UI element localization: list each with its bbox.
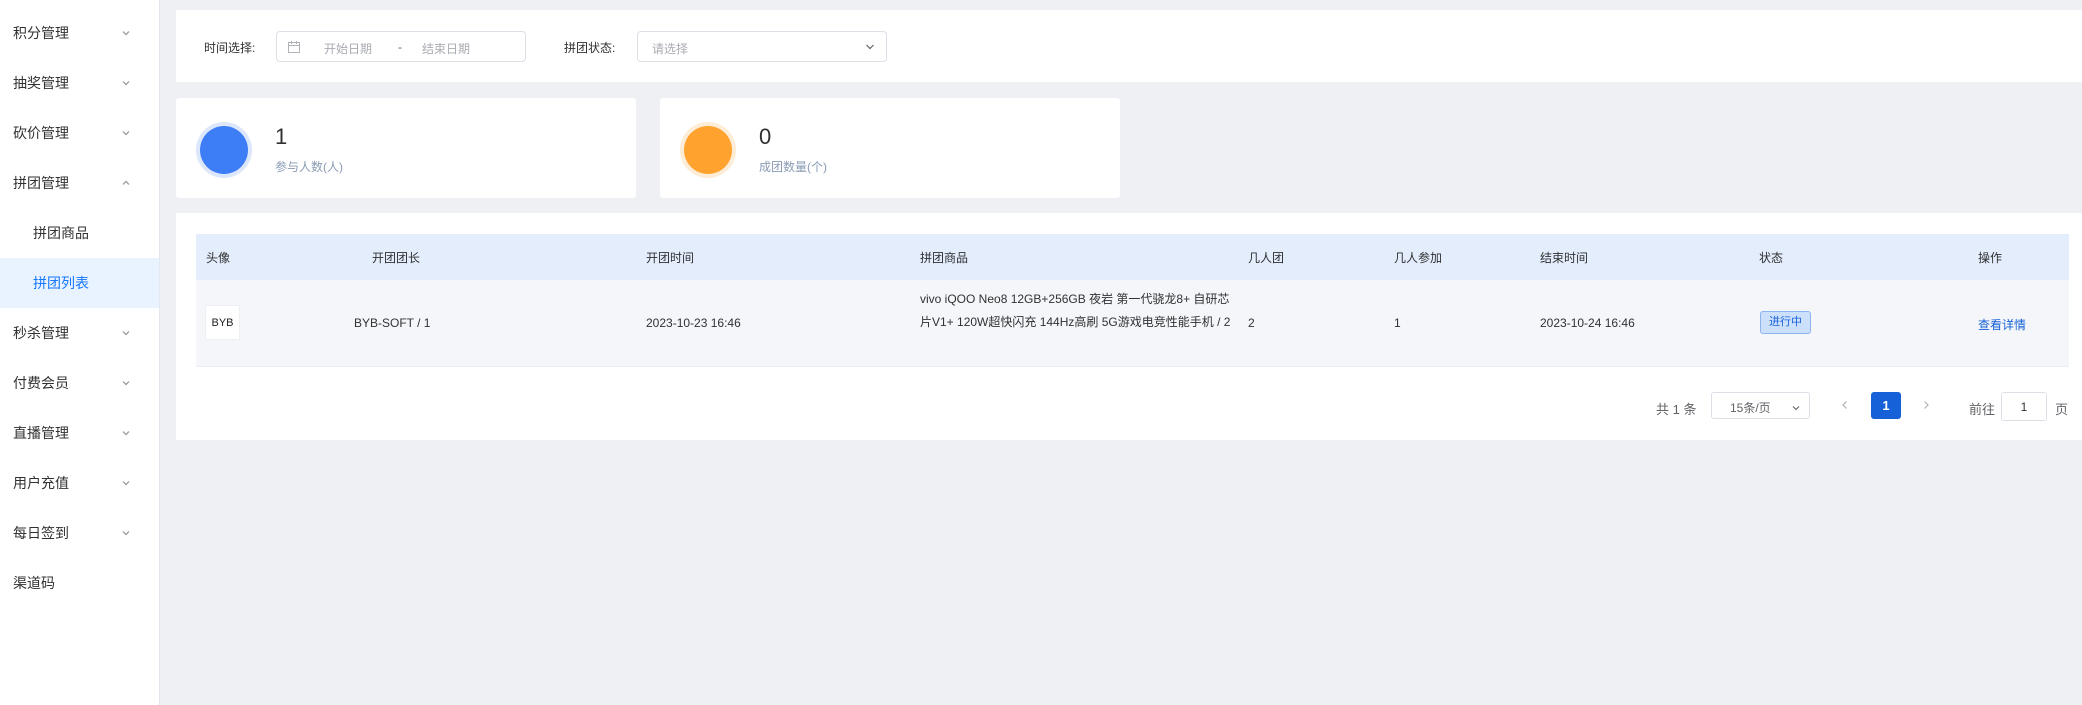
chevron-down-icon <box>119 476 133 490</box>
status-badge: 进行中 <box>1760 311 1811 334</box>
table-row: BYB BYB-SOFT / 1 2023-10-23 16:46 vivo i… <box>196 280 2069 367</box>
sidebar-item-flash-sale[interactable]: 秒杀管理 <box>0 308 159 358</box>
page-size-select[interactable]: 15条/页 <box>1711 392 1810 419</box>
column-header: 几人团 <box>1248 251 1285 265</box>
page-size-value: 15条/页 <box>1730 401 1771 415</box>
stat-card-participants: 1 参与人数(人) <box>176 98 636 198</box>
sidebar-item-label: 拼团商品 <box>33 225 89 241</box>
goto-unit: 页 <box>2055 402 2069 417</box>
status-select-placeholder: 请选择 <box>652 42 689 56</box>
time-filter-label: 时间选择: <box>204 41 256 55</box>
chevron-left-icon[interactable] <box>1839 399 1851 411</box>
goods-cell: vivo iQOO Neo8 12GB+256GB 夜岩 第一代骁龙8+ 自研芯… <box>920 292 1231 329</box>
column-header: 开团团长 <box>372 251 421 265</box>
column-header: 几人参加 <box>1394 251 1443 265</box>
column-header: 结束时间 <box>1540 251 1589 265</box>
participants-value: 1 <box>275 124 288 149</box>
sidebar: 积分管理 抽奖管理 砍价管理 拼团管理 拼团商品 拼团列表 秒杀管理 付费会员 … <box>0 0 160 705</box>
sidebar-item-label: 拼团列表 <box>33 275 89 291</box>
groups-value: 0 <box>759 124 772 149</box>
sidebar-item-daily-signin[interactable]: 每日签到 <box>0 508 159 558</box>
filter-bar: 时间选择: 开始日期 - 结束日期 拼团状态: 请选择 <box>176 10 2082 82</box>
leader-cell: BYB-SOFT / 1 <box>354 316 431 330</box>
start-time-cell: 2023-10-23 16:46 <box>646 316 741 330</box>
sidebar-item-label: 直播管理 <box>13 425 69 441</box>
sidebar-item-recharge[interactable]: 用户充值 <box>0 458 159 508</box>
chevron-down-icon <box>119 26 133 40</box>
sidebar-item-label: 用户充值 <box>13 475 69 491</box>
chevron-down-icon <box>119 76 133 90</box>
column-header: 状态 <box>1759 251 1784 265</box>
sidebar-item-group-buy[interactable]: 拼团管理 <box>0 158 159 208</box>
sidebar-item-group-list[interactable]: 拼团列表 <box>0 258 159 308</box>
chevron-right-icon[interactable] <box>1920 399 1932 411</box>
sidebar-item-label: 渠道码 <box>13 575 55 591</box>
sidebar-item-label: 积分管理 <box>13 25 69 41</box>
sidebar-item-label: 拼团管理 <box>13 175 69 191</box>
status-select[interactable]: 请选择 <box>637 31 887 62</box>
sidebar-item-label: 抽奖管理 <box>13 75 69 91</box>
page-number-current[interactable]: 1 <box>1871 392 1901 419</box>
end-time-cell: 2023-10-24 16:46 <box>1540 316 1635 330</box>
chevron-down-icon <box>119 326 133 340</box>
chevron-down-icon <box>864 41 876 53</box>
pagination-total: 共 1 条 <box>1656 402 1697 417</box>
sidebar-item-label: 砍价管理 <box>13 125 69 141</box>
date-range-picker[interactable]: 开始日期 - 结束日期 <box>276 31 526 62</box>
view-details-link[interactable]: 查看详情 <box>1978 316 2026 333</box>
column-header: 头像 <box>206 251 231 265</box>
sidebar-item-bargain[interactable]: 砍价管理 <box>0 108 159 158</box>
end-date-input[interactable]: 结束日期 <box>422 40 470 57</box>
table-header: 头像 开团团长 开团时间 拼团商品 几人团 几人参加 结束时间 状态 操作 <box>196 234 2069 280</box>
goto-label: 前往 <box>1969 402 1996 417</box>
stat-card-groups-formed: 0 成团数量(个) <box>660 98 1120 198</box>
groups-circle-icon <box>680 122 736 178</box>
chevron-up-icon <box>119 176 133 190</box>
goto-page-input[interactable] <box>2001 392 2047 421</box>
group-list-panel: 头像 开团团长 开团时间 拼团商品 几人团 几人参加 结束时间 状态 操作 BY… <box>176 213 2082 440</box>
avatar: BYB <box>205 305 240 340</box>
sidebar-item-label: 秒杀管理 <box>13 325 69 341</box>
chevron-down-icon <box>119 376 133 390</box>
participants-circle-icon <box>196 122 252 178</box>
chevron-down-icon <box>119 426 133 440</box>
group-size-cell: 2 <box>1248 316 1255 330</box>
column-header: 开团时间 <box>646 251 695 265</box>
sidebar-item-lottery[interactable]: 抽奖管理 <box>0 58 159 108</box>
chevron-down-icon <box>119 526 133 540</box>
sidebar-item-label: 付费会员 <box>13 375 69 391</box>
sidebar-item-channel-code[interactable]: 渠道码 <box>0 558 159 608</box>
sidebar-item-points[interactable]: 积分管理 <box>0 8 159 58</box>
chevron-down-icon <box>119 126 133 140</box>
start-date-input[interactable]: 开始日期 <box>324 40 372 57</box>
groups-label: 成团数量(个) <box>759 160 827 174</box>
sidebar-item-live[interactable]: 直播管理 <box>0 408 159 458</box>
participants-label: 参与人数(人) <box>275 160 343 174</box>
calendar-icon <box>288 41 300 53</box>
status-filter-label: 拼团状态: <box>564 41 616 55</box>
sidebar-item-label: 每日签到 <box>13 525 69 541</box>
column-header: 拼团商品 <box>920 251 969 265</box>
sidebar-item-group-goods[interactable]: 拼团商品 <box>0 208 159 258</box>
column-header: 操作 <box>1978 251 2003 265</box>
joined-cell: 1 <box>1394 316 1401 330</box>
range-separator: - <box>398 40 402 54</box>
sidebar-item-paid-member[interactable]: 付费会员 <box>0 358 159 408</box>
chevron-down-icon <box>1791 401 1801 411</box>
